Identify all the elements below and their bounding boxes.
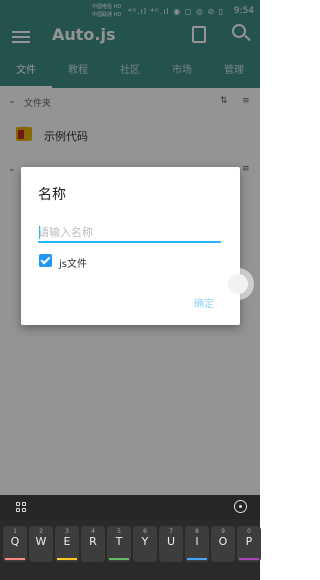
key-e[interactable]: 3E bbox=[55, 526, 79, 562]
keyboard-toolbar bbox=[0, 495, 260, 519]
key-q[interactable]: 1Q bbox=[3, 526, 27, 562]
soft-keyboard: 1Q 2W 3E 4R 5T 6Y 7U 8I 9O 0P bbox=[0, 495, 261, 580]
keyboard-row-top: 1Q 2W 3E 4R 5T 6Y 7U 8I 9O 0P bbox=[3, 526, 261, 562]
confirm-button[interactable]: 确定 bbox=[194, 295, 214, 310]
js-file-checkbox[interactable] bbox=[39, 254, 52, 267]
key-o[interactable]: 9O bbox=[211, 526, 235, 562]
floating-assist-button[interactable] bbox=[222, 268, 254, 300]
key-u[interactable]: 7U bbox=[159, 526, 183, 562]
key-w[interactable]: 2W bbox=[29, 526, 53, 562]
key-r[interactable]: 4R bbox=[81, 526, 105, 562]
name-input[interactable] bbox=[38, 223, 221, 243]
text-cursor bbox=[39, 226, 40, 239]
js-file-label[interactable]: js文件 bbox=[59, 255, 87, 270]
key-y[interactable]: 6Y bbox=[133, 526, 157, 562]
grid-menu-icon[interactable] bbox=[16, 502, 26, 512]
key-t[interactable]: 5T bbox=[107, 526, 131, 562]
new-file-dialog: 名称 js文件 确定 bbox=[21, 167, 240, 325]
key-i[interactable]: 8I bbox=[185, 526, 209, 562]
key-p[interactable]: 0P bbox=[237, 526, 261, 562]
dialog-title: 名称 bbox=[38, 187, 66, 203]
keyboard-settings-icon[interactable] bbox=[234, 500, 247, 513]
